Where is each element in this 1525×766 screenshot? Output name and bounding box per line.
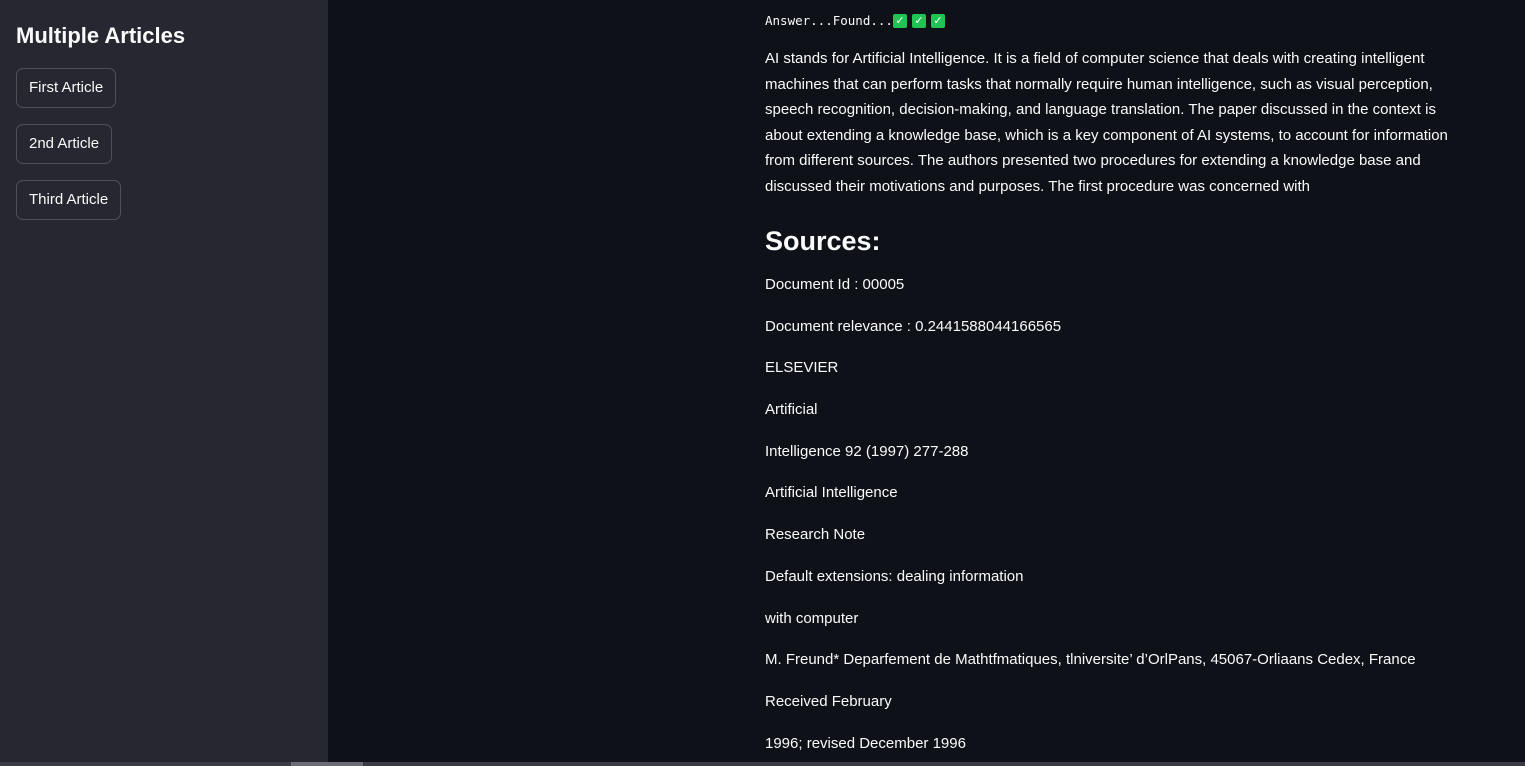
sidebar-title: Multiple Articles [16,23,186,48]
source-document-id: Document Id : 00005 [765,276,905,293]
source-line: 1996; revised December 1996 [765,734,966,752]
third-article-button[interactable]: Third Article [16,180,122,220]
first-article-button[interactable]: First Article [16,68,117,108]
source-line: Research Note [765,526,866,544]
source-document-relevance: Document relevance : 0.2441588044166565 [765,317,1062,335]
check-mark-icon: ✓ [930,14,945,28]
main-content: Answer...Found... ✓ ✓ ✓ AI stands for Ar… [765,0,1465,754]
source-line: M. Freund* Deparfement de Mathtfmatiques… [765,651,1416,669]
source-line: Artificial [765,401,818,419]
answer-paragraph: AI stands for Artificial Intelligence. I… [765,50,1448,195]
answer-status-line: Answer...Found... ✓ ✓ ✓ [765,12,1465,30]
app-window: Multiple Articles First Article 2nd Arti… [0,0,1525,766]
sidebar: Multiple Articles First Article 2nd Arti… [0,0,328,766]
sources-heading: Sources: [765,226,881,256]
source-line: Received February [765,692,892,710]
source-line: with computer [765,609,859,627]
check-mark-icon: ✓ [892,14,907,28]
source-line: Default extensions: dealing information [765,567,1024,585]
scrollbar-thumb[interactable] [291,762,363,766]
source-line: Artificial Intelligence [765,484,898,502]
check-mark-icon: ✓ [911,14,926,28]
source-line: Intelligence 92 (1997) 277-288 [765,442,969,460]
horizontal-scrollbar[interactable] [0,762,1525,766]
second-article-button[interactable]: 2nd Article [16,124,113,164]
answer-status-text: Answer...Found... [765,13,893,28]
sources-list: Document Id : 00005 Document relevance :… [765,275,1465,754]
source-line: ELSEVIER [765,359,839,377]
